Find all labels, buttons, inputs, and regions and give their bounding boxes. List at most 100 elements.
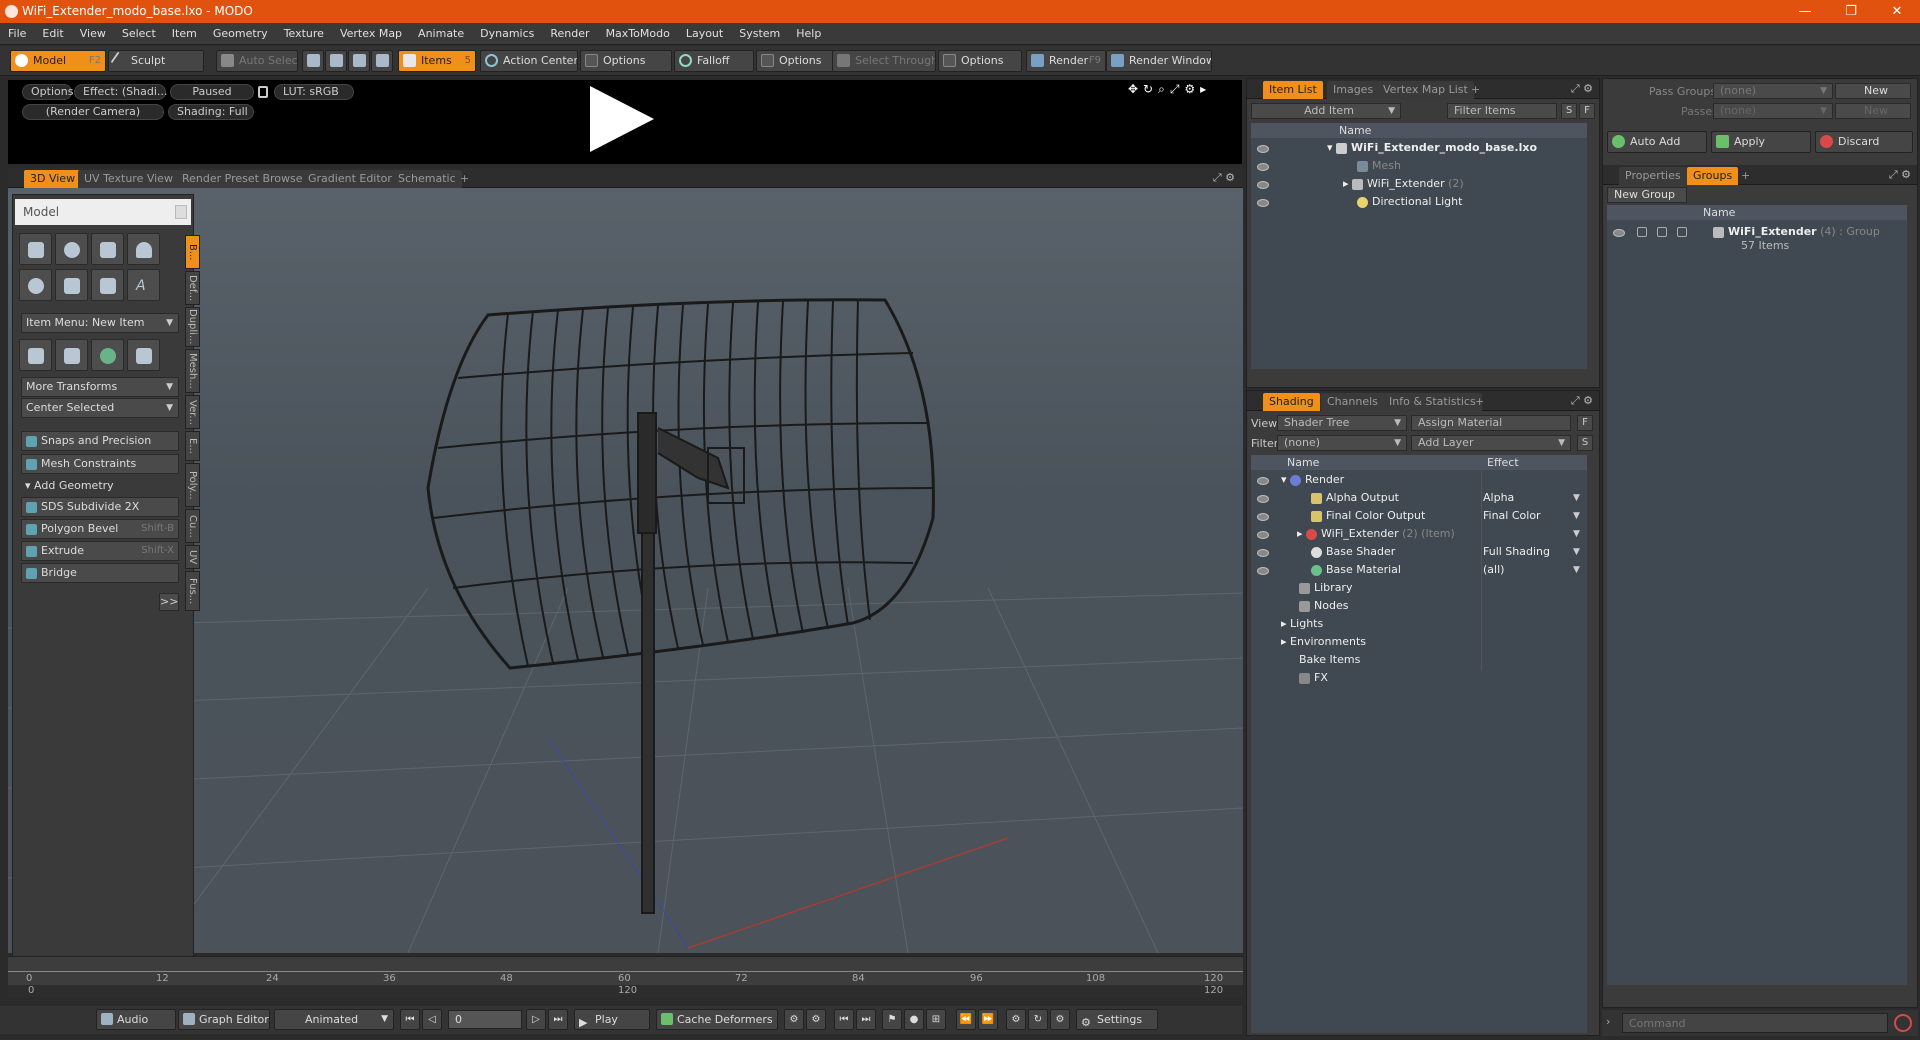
- more-tools-button[interactable]: >>: [159, 593, 179, 611]
- panel-expand-icon[interactable]: ⤢ ⚙: [1571, 394, 1593, 408]
- next-key-button[interactable]: ▷: [526, 1009, 546, 1030]
- key-button[interactable]: ⊞: [926, 1009, 946, 1030]
- play-button[interactable]: ▶ Play: [574, 1009, 650, 1030]
- shader-row-wifi-extender[interactable]: ▸ WiFi_Extender (2) (Item): [1297, 525, 1455, 543]
- new-pass-button[interactable]: New: [1835, 103, 1911, 119]
- tab-images[interactable]: Images: [1327, 81, 1380, 99]
- filter-items-input[interactable]: Filter Items: [1447, 103, 1557, 119]
- play-preview-icon[interactable]: [590, 86, 654, 152]
- tree-row-scene[interactable]: ▾ WiFi_Extender_modo_base.lxo: [1327, 139, 1537, 157]
- filter-f-button[interactable]: F: [1579, 103, 1595, 119]
- tab-vertex-map-list[interactable]: Vertex Map List: [1377, 81, 1474, 99]
- shading-f-button[interactable]: F: [1577, 415, 1593, 431]
- prev-frame-button[interactable]: ⏮: [834, 1009, 854, 1030]
- visibility-eye-icon[interactable]: [1257, 477, 1269, 485]
- side-tab-vertex[interactable]: Ver...: [185, 395, 200, 429]
- tab-channels[interactable]: Channels: [1321, 393, 1384, 411]
- menu-system[interactable]: System: [731, 23, 788, 45]
- tree-row-wifi-extender[interactable]: ▸ WiFi_Extender (2): [1343, 175, 1464, 193]
- graph-editor-button[interactable]: Graph Editor: [178, 1009, 270, 1030]
- current-frame-field[interactable]: 0: [448, 1010, 522, 1029]
- panel-expand-icon[interactable]: ⤢ ⚙: [1213, 171, 1235, 185]
- menu-select[interactable]: Select: [114, 23, 164, 45]
- chevron-down-icon[interactable]: ▼: [1573, 493, 1580, 503]
- polygon-bevel-button[interactable]: Polygon Bevel Shift-B: [21, 519, 179, 539]
- tab-add[interactable]: +: [1469, 393, 1490, 411]
- select-edges-button[interactable]: [325, 50, 347, 72]
- shader-row-final-color[interactable]: Final Color Output: [1311, 507, 1425, 525]
- side-tab-mesh[interactable]: Mesh...: [185, 349, 200, 393]
- key-mode-button[interactable]: ⚙: [806, 1009, 826, 1030]
- key-filter-button[interactable]: ⚙: [784, 1009, 804, 1030]
- text-tool-button[interactable]: A: [127, 269, 160, 301]
- mesh-constraints-button[interactable]: Mesh Constraints: [21, 454, 179, 474]
- side-tab-deform[interactable]: Def...: [185, 271, 200, 305]
- visibility-eye-icon[interactable]: [1257, 567, 1269, 575]
- render-window-button[interactable]: Render Window: [1106, 50, 1212, 72]
- settings-button[interactable]: ⚙ Settings: [1076, 1009, 1158, 1030]
- chevron-down-icon[interactable]: ▼: [1573, 529, 1580, 539]
- items-mode-button[interactable]: Items 5: [398, 50, 476, 72]
- visibility-eye-icon[interactable]: [1257, 495, 1269, 503]
- chevron-down-icon[interactable]: ▼: [1573, 547, 1580, 557]
- render-toggle-icon[interactable]: [1637, 227, 1647, 237]
- visibility-eye-icon[interactable]: [1613, 229, 1625, 237]
- assign-material-button[interactable]: Assign Material: [1411, 415, 1571, 431]
- shader-row-environments[interactable]: ▸ Environments: [1281, 633, 1366, 651]
- discard-button[interactable]: Discard: [1815, 131, 1913, 153]
- menu-item[interactable]: Item: [164, 23, 205, 45]
- menu-texture[interactable]: Texture: [276, 23, 332, 45]
- tab-add[interactable]: +: [1465, 81, 1486, 99]
- tab-uv-texture-view[interactable]: UV Texture View: [78, 170, 179, 188]
- tab-properties[interactable]: Properties: [1619, 167, 1687, 185]
- side-tab-duplicate[interactable]: Dupli...: [185, 307, 200, 347]
- more-transforms-dropdown[interactable]: More Transforms ▼: [21, 377, 179, 397]
- sds-subdivide-button[interactable]: SDS Subdivide 2X: [21, 497, 179, 517]
- stop-command-icon[interactable]: [1894, 1014, 1912, 1032]
- grid-button[interactable]: [55, 339, 88, 371]
- add-geometry-header[interactable]: ▾ Add Geometry: [21, 477, 179, 495]
- select-polygons-button[interactable]: [348, 50, 370, 72]
- go-to-start-button[interactable]: ⏮: [400, 1009, 420, 1030]
- shader-filter-dropdown[interactable]: (none) ▼: [1277, 435, 1407, 451]
- shader-row-lights[interactable]: ▸ Lights: [1281, 615, 1323, 633]
- menu-maxtomodo[interactable]: MaxToModo: [598, 23, 678, 45]
- new-pass-group-button[interactable]: New: [1835, 83, 1911, 99]
- pen-tool-button[interactable]: [91, 269, 124, 301]
- falloff-button[interactable]: Falloff: [674, 50, 754, 72]
- apply-button[interactable]: Apply: [1711, 131, 1811, 153]
- menu-dynamics[interactable]: Dynamics: [472, 23, 542, 45]
- timeline[interactable]: 0 12 24 36 48 60 72 84 96 108 120 0 120 …: [8, 956, 1243, 997]
- menu-geometry[interactable]: Geometry: [205, 23, 276, 45]
- falloff-options-button[interactable]: Options: [756, 50, 836, 72]
- command-input[interactable]: [1622, 1013, 1888, 1033]
- prev-key-button[interactable]: ◁: [422, 1009, 442, 1030]
- audio-button[interactable]: Audio: [96, 1009, 176, 1030]
- tab-item-list[interactable]: Item List: [1263, 81, 1323, 99]
- tab-render-preset-browser[interactable]: Render Preset Browser: [176, 170, 314, 188]
- new-group-button[interactable]: New Group: [1607, 187, 1687, 203]
- shading-s-button[interactable]: S: [1577, 435, 1593, 451]
- shader-view-dropdown[interactable]: Shader Tree ▼: [1277, 415, 1407, 431]
- shader-row-base-shader[interactable]: Base Shader: [1311, 543, 1395, 561]
- go-to-end-button[interactable]: ⏭: [548, 1009, 568, 1030]
- shading-dropdown[interactable]: Shading: Full: [168, 104, 254, 120]
- effect-all[interactable]: (all): [1483, 561, 1504, 579]
- tab-gradient-editor[interactable]: Gradient Editor: [302, 170, 398, 188]
- shader-row-render[interactable]: ▾ Render: [1281, 471, 1344, 489]
- extrude-button[interactable]: Extrude Shift-X: [21, 541, 179, 561]
- side-tab-fusion[interactable]: Fus...: [185, 571, 200, 611]
- model-mode-button[interactable]: Model F2: [10, 50, 106, 72]
- sync-button[interactable]: ⚙: [1050, 1009, 1070, 1030]
- shader-row-library[interactable]: Library: [1299, 579, 1352, 597]
- shader-row-alpha-output[interactable]: Alpha Output: [1311, 489, 1399, 507]
- side-tab-uv[interactable]: UV: [185, 545, 200, 569]
- effect-final-color[interactable]: Final Color: [1483, 507, 1541, 525]
- visibility-eye-icon[interactable]: [1257, 199, 1269, 207]
- tab-shading[interactable]: Shading: [1263, 393, 1320, 411]
- shader-row-nodes[interactable]: Nodes: [1299, 597, 1348, 615]
- visibility-eye-icon[interactable]: [1257, 531, 1269, 539]
- passes-dropdown[interactable]: (none) ▼: [1713, 103, 1833, 119]
- group-row-wifi-extender[interactable]: WiFi_Extender (4) : Group: [1713, 223, 1880, 241]
- loop-button[interactable]: ↻: [1028, 1009, 1048, 1030]
